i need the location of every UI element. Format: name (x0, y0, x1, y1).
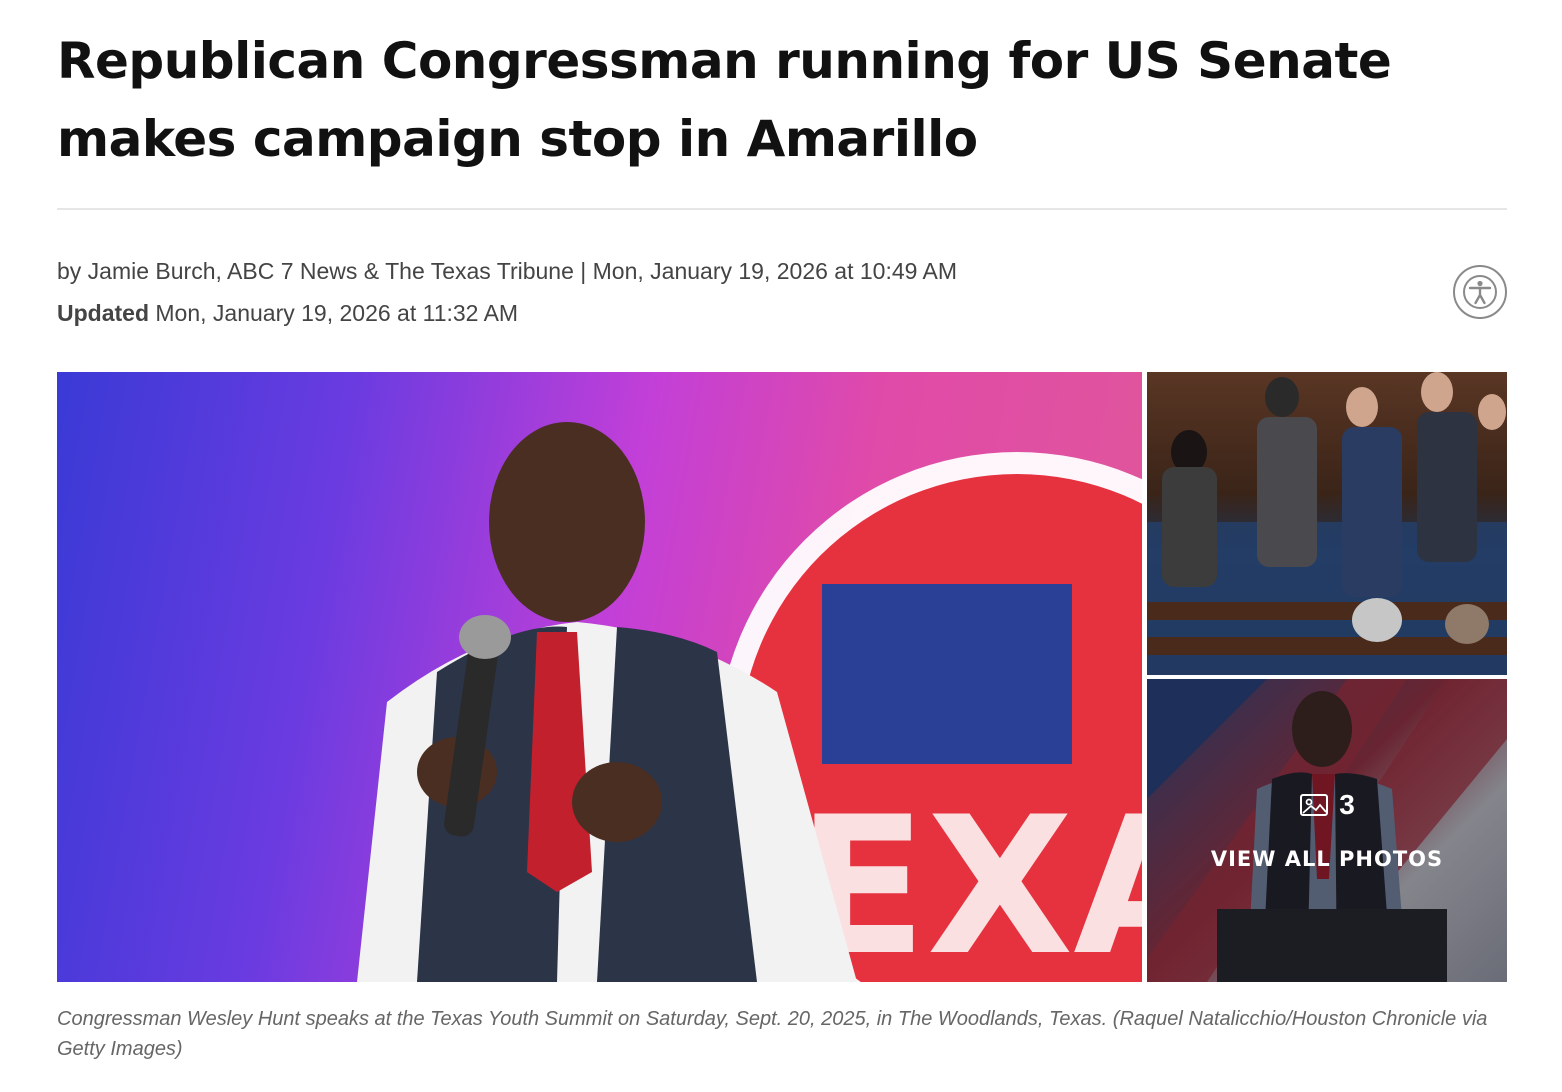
updated-time: Mon, January 19, 2026 at 11:32 AM (155, 300, 519, 326)
view-all-photos-tile[interactable]: 3 VIEW ALL PHOTOS (1147, 679, 1507, 982)
article-headline: Republican Congressman running for US Se… (57, 32, 1392, 168)
photo-caption: Congressman Wesley Hunt speaks at the Te… (57, 1008, 1488, 1060)
accessibility-button[interactable] (1453, 265, 1507, 319)
updated-label: Updated (57, 300, 149, 326)
headline-divider (57, 208, 1507, 210)
view-all-photos-link[interactable]: VIEW ALL PHOTOS (1147, 847, 1507, 871)
photo-count-number: 3 (1339, 789, 1355, 820)
byline: by Jamie Burch, ABC 7 News & The Texas T… (57, 258, 958, 284)
image-icon (1300, 794, 1329, 816)
photo-count: 3 (1147, 789, 1507, 821)
gallery-thumbnail-chamber[interactable] (1147, 372, 1507, 675)
main-photo[interactable]: EXA (57, 372, 1142, 982)
photo-overlay (1147, 679, 1507, 982)
main-photo-sign-text: EXA (797, 776, 1142, 982)
updated-timestamp: Updated Mon, January 19, 2026 at 11:32 A… (57, 298, 518, 328)
accessibility-icon (1463, 275, 1497, 309)
